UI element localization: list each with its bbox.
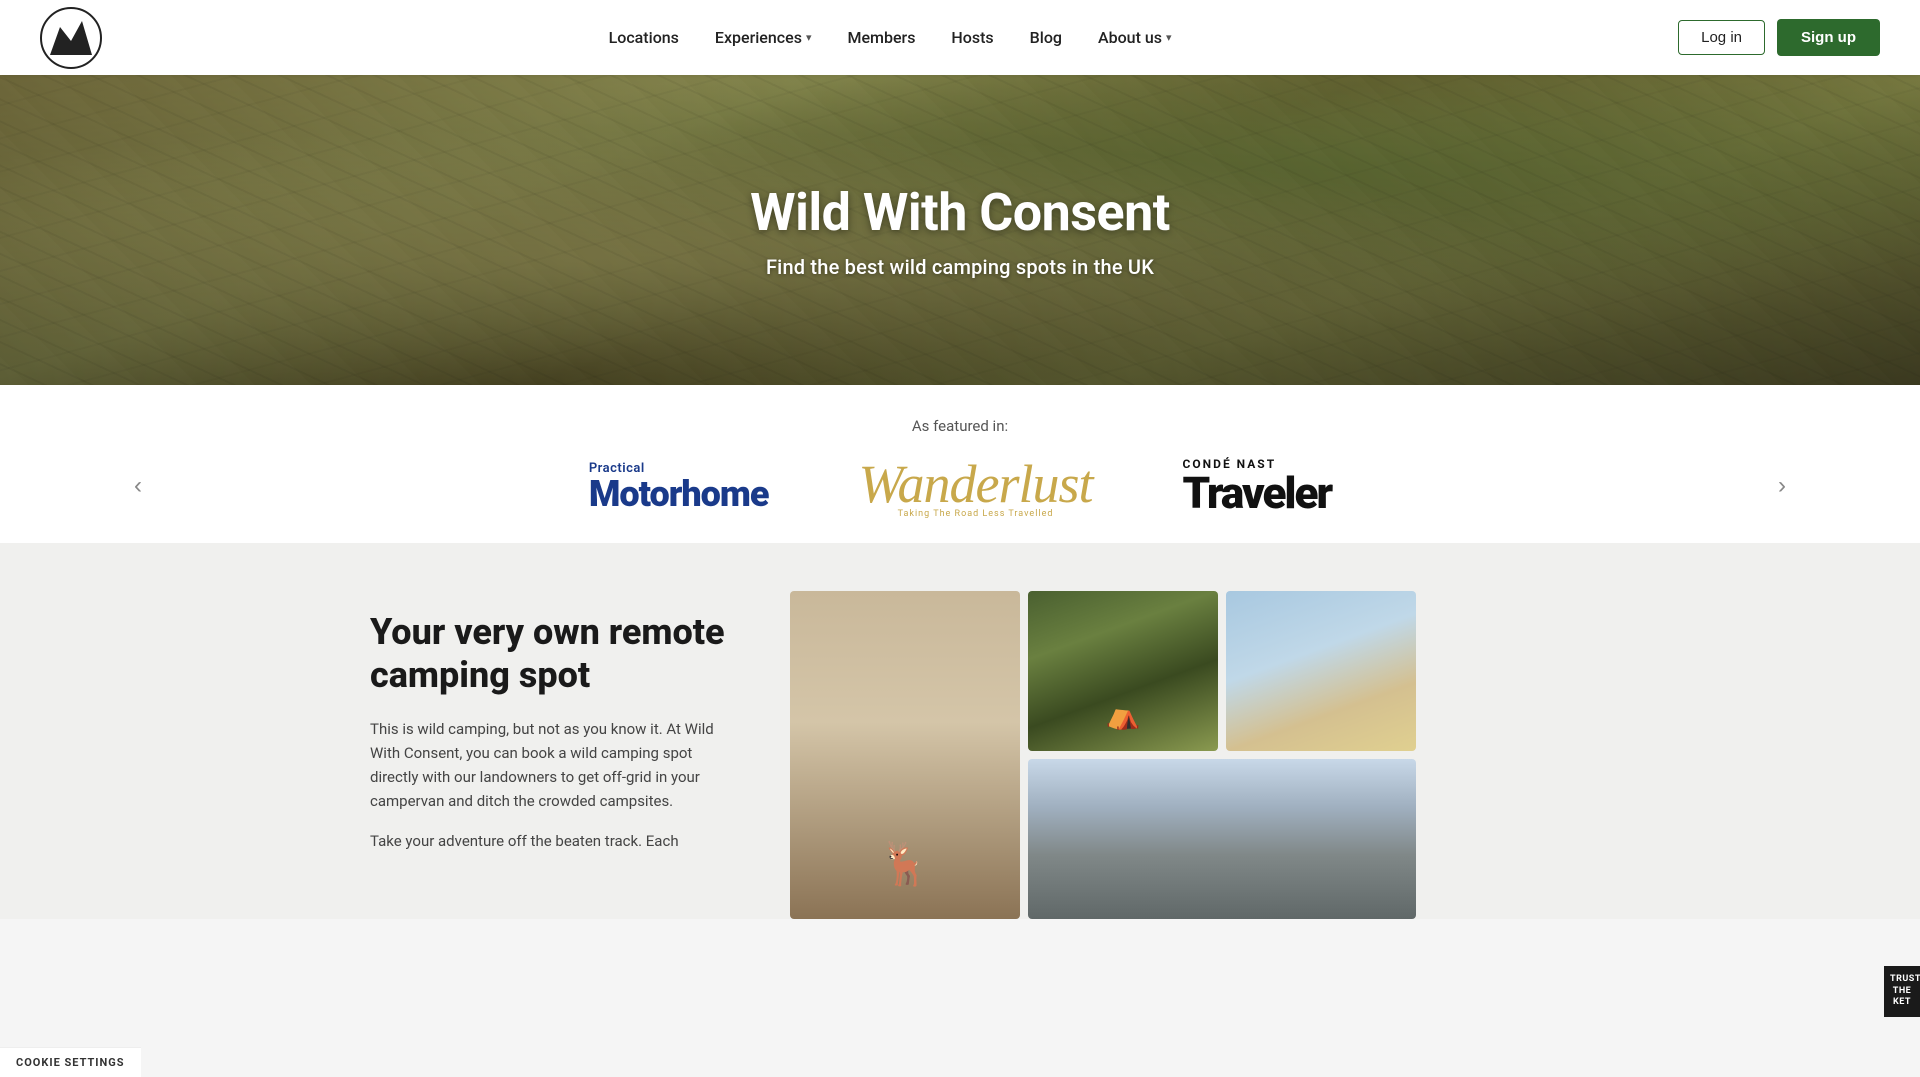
image-deer	[790, 591, 1020, 919]
trust-line2: THE	[1893, 986, 1912, 996]
chevron-down-icon: ▾	[806, 31, 812, 44]
featured-section: As featured in: ‹ Practical Motorhome Wa…	[0, 385, 1920, 543]
traveler-text: Traveler	[1183, 471, 1332, 515]
hero-section: Wild With Consent Find the best wild cam…	[0, 75, 1920, 385]
chevron-down-icon: ▾	[1166, 31, 1172, 44]
hero-subtitle: Find the best wild camping spots in the …	[750, 255, 1170, 279]
nav-link-locations[interactable]: Locations	[609, 28, 679, 47]
featured-logos-wrapper: ‹ Practical Motorhome Wanderlust Taking …	[0, 453, 1920, 519]
trust-badge: TRUST THE KET	[1884, 966, 1920, 1017]
navbar-center: Locations Experiences ▾ Members Hosts Bl…	[609, 28, 1172, 47]
brand-logo[interactable]	[40, 7, 102, 69]
content-heading: Your very own remote camping spot	[370, 611, 730, 697]
nav-link-about[interactable]: About us ▾	[1098, 28, 1172, 47]
logo-wanderlust[interactable]: Wanderlust Taking The Road Less Travelle…	[859, 453, 1093, 519]
signup-button[interactable]: Sign up	[1777, 19, 1880, 56]
navbar: Locations Experiences ▾ Members Hosts Bl…	[0, 0, 1920, 75]
nav-link-members[interactable]: Members	[847, 28, 915, 47]
hero-title: Wild With Consent	[750, 182, 1170, 243]
nav-link-blog[interactable]: Blog	[1030, 28, 1062, 47]
content-text: Your very own remote camping spot This i…	[370, 591, 730, 869]
nav-link-hosts[interactable]: Hosts	[951, 28, 993, 47]
content-body-2: Take your adventure off the beaten track…	[370, 829, 730, 853]
carousel-next-button[interactable]: ›	[1764, 464, 1800, 508]
navbar-left	[40, 7, 102, 69]
wanderlust-text: Wanderlust	[859, 453, 1093, 515]
hero-content: Wild With Consent Find the best wild cam…	[750, 182, 1170, 279]
logo-conde-nast-traveler[interactable]: Condé Nast Traveler	[1183, 457, 1332, 515]
trust-line3: KET	[1893, 997, 1911, 1007]
featured-logos: Practical Motorhome Wanderlust Taking Th…	[589, 453, 1331, 519]
cookie-settings-banner[interactable]: Cookie Settings	[0, 1047, 141, 1077]
trust-line1: TRUST	[1890, 974, 1920, 984]
mountain-icon	[50, 21, 92, 55]
logo-practical-motorhome[interactable]: Practical Motorhome	[589, 461, 769, 512]
content-body-1: This is wild camping, but not as you kno…	[370, 717, 730, 813]
login-button[interactable]: Log in	[1678, 20, 1765, 55]
nav-link-experiences[interactable]: Experiences ▾	[715, 28, 812, 47]
image-van	[1226, 591, 1416, 751]
image-hills	[1028, 759, 1416, 919]
image-camp	[1028, 591, 1218, 751]
motorhome-text: Motorhome	[589, 476, 769, 512]
main-content-section: Your very own remote camping spot This i…	[0, 543, 1920, 919]
content-images	[790, 591, 1550, 919]
navbar-right: Log in Sign up	[1678, 19, 1880, 56]
featured-label: As featured in:	[0, 417, 1920, 435]
carousel-prev-button[interactable]: ‹	[120, 464, 156, 508]
content-row: Your very own remote camping spot This i…	[330, 591, 1590, 919]
